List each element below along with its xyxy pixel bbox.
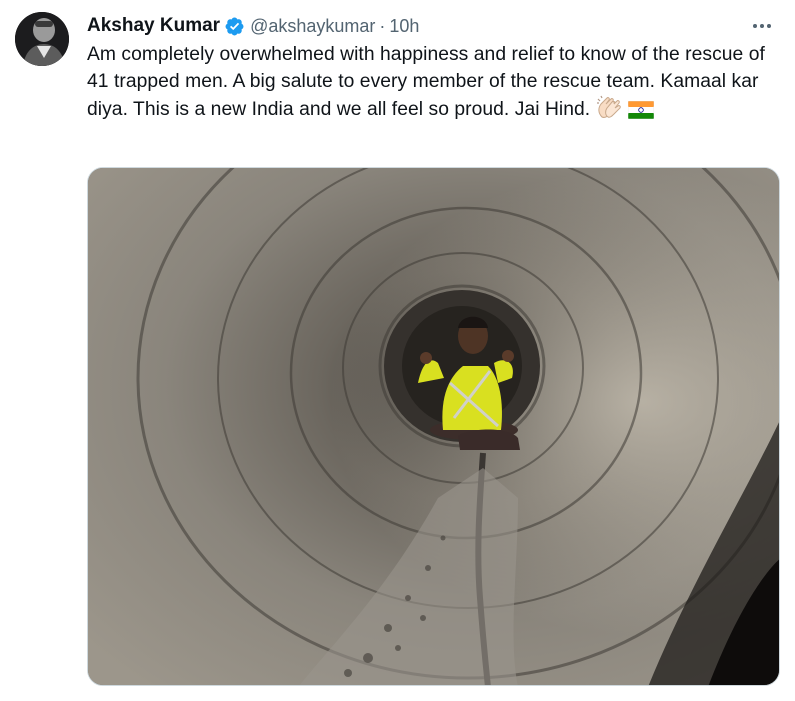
india-flag-icon bbox=[627, 100, 655, 128]
avatar[interactable] bbox=[15, 12, 69, 66]
tweet-text: Am completely overwhelmed with happiness… bbox=[87, 42, 777, 128]
verified-badge-icon bbox=[224, 16, 245, 37]
tweet-text-content: Am completely overwhelmed with happiness… bbox=[87, 44, 765, 120]
tweet-header: Akshay Kumar @akshaykumar · 10h bbox=[87, 13, 781, 39]
author-handle[interactable]: @akshaykumar bbox=[250, 16, 375, 37]
timestamp[interactable]: 10h bbox=[389, 16, 419, 37]
tweet-card[interactable]: Akshay Kumar @akshaykumar · 10h Am compl… bbox=[0, 0, 795, 701]
avatar-image bbox=[15, 12, 69, 66]
tunnel-photo bbox=[88, 168, 779, 685]
separator-dot: · bbox=[379, 15, 386, 36]
tweet-media-image[interactable] bbox=[87, 167, 780, 686]
author-name[interactable]: Akshay Kumar bbox=[87, 15, 220, 37]
clapping-hands-icon bbox=[596, 95, 622, 128]
more-options-icon[interactable] bbox=[747, 13, 777, 39]
